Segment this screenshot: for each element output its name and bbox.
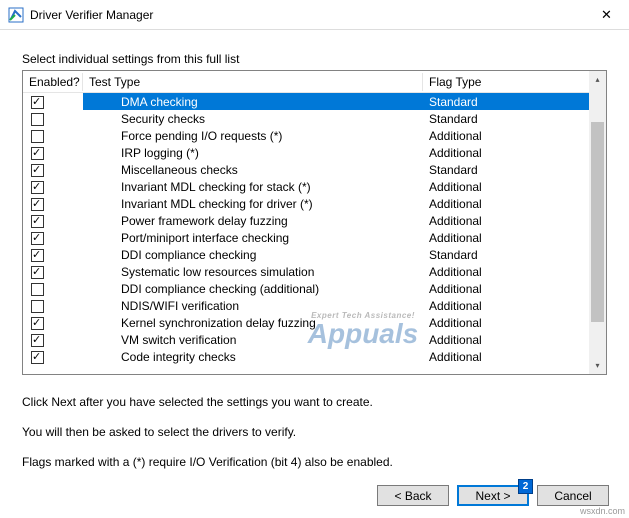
instruction-text: Select individual settings from this ful… (22, 52, 607, 66)
table-row[interactable]: IRP logging (*)Additional (23, 144, 589, 161)
window-title: Driver Verifier Manager (30, 8, 153, 22)
app-icon (8, 7, 24, 23)
row-flag-type: Additional (423, 263, 589, 280)
row-checkbox[interactable] (31, 130, 44, 143)
row-checkbox[interactable] (31, 232, 44, 245)
source-watermark: wsxdn.com (580, 506, 625, 516)
column-header-flagtype[interactable]: Flag Type (423, 73, 563, 91)
row-flag-type: Additional (423, 195, 589, 212)
row-flag-type: Additional (423, 144, 589, 161)
table-row[interactable]: Force pending I/O requests (*)Additional (23, 127, 589, 144)
row-test-type: Force pending I/O requests (*) (83, 127, 423, 144)
row-checkbox[interactable] (31, 181, 44, 194)
table-row[interactable]: Kernel synchronization delay fuzzingAddi… (23, 314, 589, 331)
wizard-buttons: < Back Next > 2 Cancel (377, 485, 609, 506)
row-test-type: Invariant MDL checking for stack (*) (83, 178, 423, 195)
row-test-type: Miscellaneous checks (83, 161, 423, 178)
row-test-type: DMA checking (83, 93, 423, 110)
row-test-type: NDIS/WIFI verification (83, 297, 423, 314)
table-row[interactable]: Invariant MDL checking for driver (*)Add… (23, 195, 589, 212)
table-row[interactable]: Systematic low resources simulationAddit… (23, 263, 589, 280)
table-row[interactable]: Code integrity checksAdditional (23, 348, 589, 365)
row-checkbox[interactable] (31, 351, 44, 364)
row-checkbox[interactable] (31, 300, 44, 313)
row-checkbox[interactable] (31, 266, 44, 279)
row-flag-type: Additional (423, 212, 589, 229)
row-test-type: DDI compliance checking (83, 246, 423, 263)
table-row[interactable]: DMA checkingStandard (23, 93, 589, 110)
row-checkbox[interactable] (31, 147, 44, 160)
row-flag-type: Additional (423, 127, 589, 144)
table-row[interactable]: Power framework delay fuzzingAdditional (23, 212, 589, 229)
row-checkbox[interactable] (31, 164, 44, 177)
row-checkbox[interactable] (31, 113, 44, 126)
row-flag-type: Additional (423, 297, 589, 314)
row-flag-type: Standard (423, 110, 589, 127)
table-row[interactable]: DDI compliance checking (additional)Addi… (23, 280, 589, 297)
row-test-type: VM switch verification (83, 331, 423, 348)
row-checkbox[interactable] (31, 334, 44, 347)
close-icon: ✕ (601, 7, 612, 23)
help-line-3: Flags marked with a (*) require I/O Veri… (22, 455, 607, 469)
row-test-type: DDI compliance checking (additional) (83, 280, 423, 297)
back-button-label: < Back (394, 489, 431, 503)
row-flag-type: Standard (423, 93, 589, 110)
row-flag-type: Standard (423, 161, 589, 178)
row-checkbox[interactable] (31, 249, 44, 262)
row-checkbox[interactable] (31, 317, 44, 330)
scroll-track[interactable] (589, 88, 606, 357)
row-test-type: IRP logging (*) (83, 144, 423, 161)
row-checkbox[interactable] (31, 283, 44, 296)
annotation-badge: 2 (518, 479, 533, 494)
help-line-2: You will then be asked to select the dri… (22, 425, 607, 439)
back-button[interactable]: < Back (377, 485, 449, 506)
table-row[interactable]: DDI compliance checkingStandard (23, 246, 589, 263)
table-row[interactable]: VM switch verificationAdditional (23, 331, 589, 348)
titlebar: Driver Verifier Manager ✕ (0, 0, 629, 30)
row-flag-type: Additional (423, 314, 589, 331)
row-flag-type: Additional (423, 331, 589, 348)
row-test-type: Port/miniport interface checking (83, 229, 423, 246)
row-flag-type: Standard (423, 246, 589, 263)
table-row[interactable]: NDIS/WIFI verificationAdditional (23, 297, 589, 314)
row-test-type: Power framework delay fuzzing (83, 212, 423, 229)
row-test-type: Invariant MDL checking for driver (*) (83, 195, 423, 212)
list-header: Enabled? Test Type Flag Type (23, 71, 589, 93)
close-button[interactable]: ✕ (584, 0, 629, 30)
table-row[interactable]: Security checksStandard (23, 110, 589, 127)
cancel-button[interactable]: Cancel (537, 485, 609, 506)
row-test-type: Security checks (83, 110, 423, 127)
row-flag-type: Additional (423, 280, 589, 297)
row-test-type: Kernel synchronization delay fuzzing (83, 314, 423, 331)
table-row[interactable]: Miscellaneous checksStandard (23, 161, 589, 178)
table-row[interactable]: Port/miniport interface checkingAddition… (23, 229, 589, 246)
vertical-scrollbar[interactable]: ▴ ▾ (589, 71, 606, 374)
help-line-1: Click Next after you have selected the s… (22, 395, 607, 409)
help-section: Click Next after you have selected the s… (22, 395, 607, 469)
table-row[interactable]: Invariant MDL checking for stack (*)Addi… (23, 178, 589, 195)
row-flag-type: Additional (423, 178, 589, 195)
row-test-type: Systematic low resources simulation (83, 263, 423, 280)
row-flag-type: Additional (423, 348, 589, 365)
column-header-enabled[interactable]: Enabled? (23, 73, 83, 91)
next-button-label: Next > (475, 489, 510, 503)
scroll-down-icon[interactable]: ▾ (589, 357, 606, 374)
row-checkbox[interactable] (31, 215, 44, 228)
row-test-type: Code integrity checks (83, 348, 423, 365)
column-header-testtype[interactable]: Test Type (83, 73, 423, 91)
row-checkbox[interactable] (31, 96, 44, 109)
cancel-button-label: Cancel (554, 489, 591, 503)
scroll-up-icon[interactable]: ▴ (589, 71, 606, 88)
row-flag-type: Additional (423, 229, 589, 246)
row-checkbox[interactable] (31, 198, 44, 211)
settings-list: Enabled? Test Type Flag Type DMA checkin… (22, 70, 607, 375)
next-button[interactable]: Next > 2 (457, 485, 529, 506)
scroll-thumb[interactable] (591, 122, 604, 322)
